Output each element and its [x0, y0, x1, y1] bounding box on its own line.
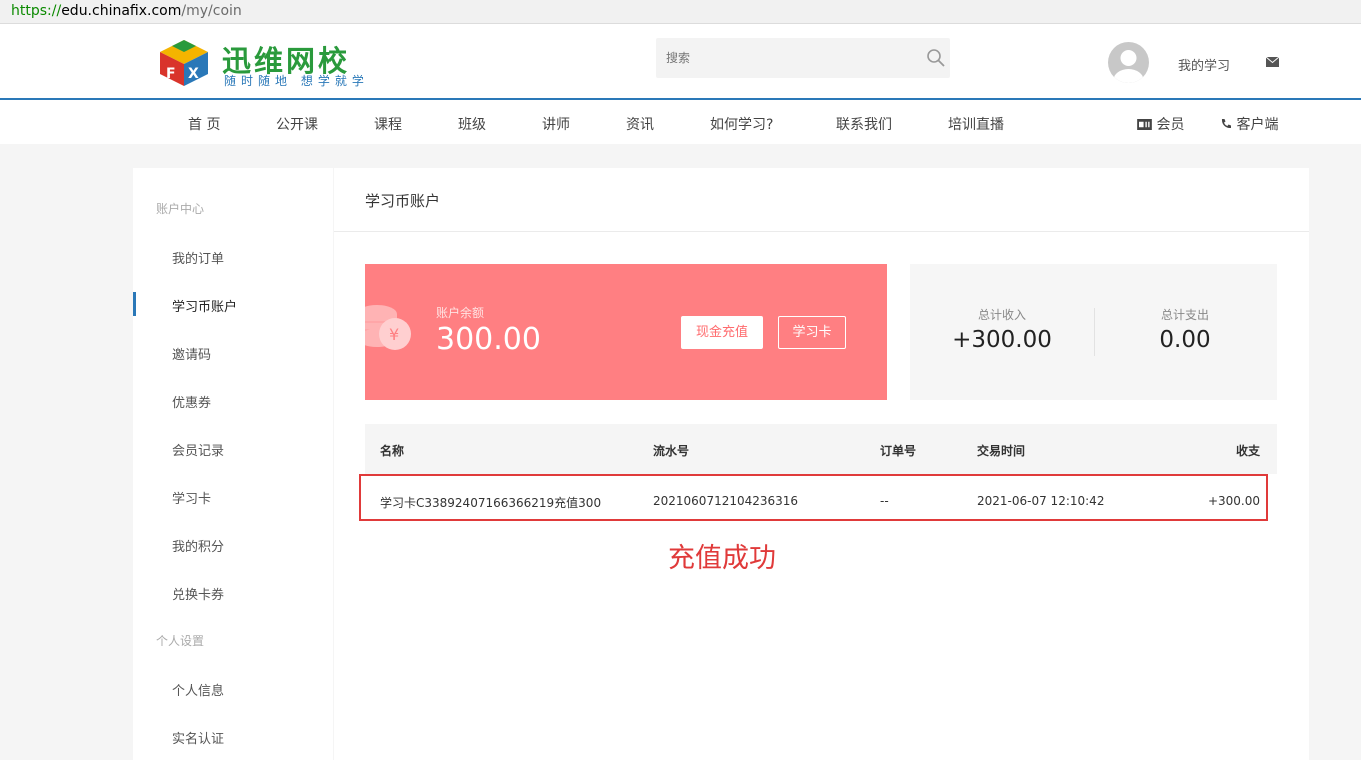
total-income-label: 总计收入 — [977, 308, 1026, 322]
col-header-serial: 流水号 — [653, 444, 690, 458]
success-annotation: 充值成功 — [668, 543, 776, 574]
phone-icon — [1221, 119, 1231, 129]
search-icon[interactable] — [926, 48, 946, 68]
title-divider — [334, 231, 1309, 232]
sidebar-item-verification[interactable]: 实名认证 — [172, 728, 224, 747]
sidebar-item-coin-account[interactable]: 学习币账户 — [172, 296, 237, 315]
avatar[interactable] — [1108, 42, 1149, 83]
nav-classes[interactable]: 班级 — [458, 114, 486, 134]
total-income: 总计收入 +300.00 — [922, 306, 1082, 353]
sidebar-item-redeem[interactable]: 兑换卡券 — [172, 584, 224, 603]
page-title: 学习币账户 — [365, 192, 441, 210]
nav-client-label: 客户端 — [1236, 117, 1279, 133]
svg-text:X: X — [188, 66, 199, 82]
balance-card: ¥ 账户余额 300.00 现金充值 学习卡 — [365, 264, 887, 400]
search-input[interactable] — [656, 38, 916, 78]
total-expense-value: 0.00 — [1159, 327, 1211, 353]
nav-contact[interactable]: 联系我们 — [836, 114, 892, 134]
nav-courses[interactable]: 课程 — [374, 114, 402, 134]
user-silhouette-icon — [1113, 50, 1144, 83]
totals-card: 总计收入 +300.00 总计支出 0.00 — [910, 264, 1277, 400]
account-sidebar: 账户中心 我的订单 学习币账户 邀请码 优惠券 会员记录 学习卡 我的积分 兑换… — [133, 168, 333, 760]
svg-text:F: F — [166, 66, 176, 82]
sidebar-group-account: 账户中心 — [156, 202, 205, 216]
sidebar-item-orders[interactable]: 我的订单 — [172, 248, 224, 267]
coins-icon: ¥ — [365, 305, 411, 350]
site-header: F X 迅维网校 随时随地 想学就学 我的学习 — [0, 24, 1361, 100]
site-logo[interactable]: F X 迅维网校 随时随地 想学就学 — [156, 36, 368, 90]
highlight-box — [359, 474, 1268, 521]
my-learning-link[interactable]: 我的学习 — [1178, 55, 1230, 74]
coin-account-panel: 学习币账户 ¥ 账户余额 300.00 现金充值 学习卡 总计收入 +300.0… — [334, 168, 1309, 760]
svg-text:¥: ¥ — [389, 325, 399, 344]
address-bar[interactable]: https://edu.chinafix.com/my/coin — [0, 0, 1361, 24]
sidebar-active-indicator — [133, 292, 136, 316]
url-path: /my/coin — [181, 3, 242, 19]
search-box — [656, 38, 950, 78]
sidebar-item-profile[interactable]: 个人信息 — [172, 680, 224, 699]
col-header-amount: 收支 — [1235, 444, 1260, 458]
study-card-button[interactable]: 学习卡 — [778, 316, 846, 349]
nav-open-courses[interactable]: 公开课 — [276, 114, 318, 134]
sidebar-item-coupons[interactable]: 优惠券 — [172, 392, 211, 411]
totals-separator — [1094, 308, 1095, 356]
total-expense-label: 总计支出 — [1160, 308, 1209, 322]
sidebar-item-points[interactable]: 我的积分 — [172, 536, 224, 555]
nav-member[interactable]: 会员 — [1137, 114, 1184, 134]
mail-icon[interactable] — [1266, 57, 1279, 67]
main-nav: 首 页 公开课 课程 班级 讲师 资讯 如何学习? 联系我们 培训直播 会员 客… — [0, 100, 1361, 144]
balance-label: 账户余额 — [436, 306, 485, 320]
sidebar-item-member-records[interactable]: 会员记录 — [172, 440, 224, 459]
url-scheme: https:// — [11, 3, 62, 19]
total-income-value: +300.00 — [952, 327, 1052, 353]
brand-slogan: 随时随地 想学就学 — [224, 74, 369, 88]
nav-news[interactable]: 资讯 — [626, 114, 654, 134]
sidebar-item-invite-code[interactable]: 邀请码 — [172, 344, 211, 363]
col-header-order: 订单号 — [880, 444, 917, 458]
url-host: edu.chinafix.com — [61, 3, 182, 19]
sidebar-item-study-card[interactable]: 学习卡 — [172, 488, 211, 507]
table-header: 名称 流水号 订单号 交易时间 收支 — [365, 424, 1277, 474]
nav-member-label: 会员 — [1156, 117, 1185, 133]
nav-live-training[interactable]: 培训直播 — [948, 114, 1004, 134]
cash-recharge-button[interactable]: 现金充值 — [681, 316, 763, 349]
nav-teachers[interactable]: 讲师 — [542, 114, 570, 134]
sidebar-group-personal: 个人设置 — [156, 634, 205, 648]
balance-value: 300.00 — [436, 322, 541, 357]
logo-cube-icon: F X — [160, 40, 208, 86]
nav-client[interactable]: 客户端 — [1220, 114, 1278, 134]
total-expense: 总计支出 0.00 — [1105, 306, 1265, 353]
member-card-icon — [1137, 119, 1152, 130]
nav-home[interactable]: 首 页 — [188, 114, 220, 134]
col-header-name: 名称 — [380, 444, 405, 458]
nav-how-to-learn[interactable]: 如何学习? — [710, 114, 773, 134]
col-header-time: 交易时间 — [977, 444, 1026, 458]
